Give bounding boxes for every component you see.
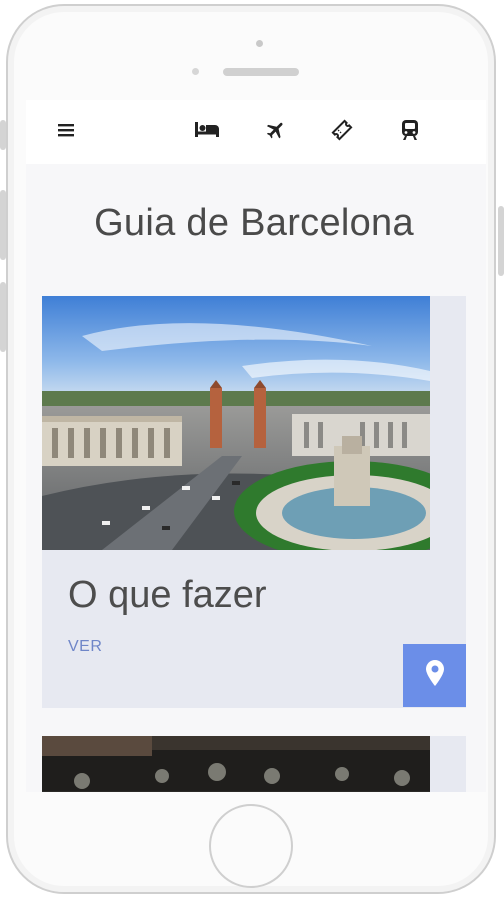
map-location-button[interactable]: [403, 644, 466, 707]
bed-icon[interactable]: [193, 116, 221, 144]
next-card-photo: [42, 736, 430, 792]
top-navigation-bar: [26, 100, 486, 164]
train-icon[interactable]: [396, 116, 424, 144]
menu-icon[interactable]: [52, 116, 80, 144]
earpiece-speaker: [223, 68, 299, 76]
airplane-icon[interactable]: [262, 116, 290, 144]
home-button[interactable]: [209, 804, 293, 888]
barcelona-city-photo: [42, 296, 430, 550]
proximity-sensor: [192, 68, 199, 75]
card-title: O que fazer: [68, 574, 267, 616]
phone-power-button: [498, 206, 504, 276]
card-o-que-fazer[interactable]: O que fazer VER: [42, 296, 466, 708]
card-next-partial[interactable]: [42, 736, 466, 792]
front-camera: [256, 40, 263, 47]
page-title: Guia de Barcelona: [94, 202, 414, 244]
ver-link[interactable]: VER: [68, 638, 102, 656]
app-screen: Guia de Barcelona O que fazer VER: [26, 100, 486, 792]
ticket-icon[interactable]: [328, 116, 356, 144]
location-pin-icon: [425, 660, 444, 691]
main-content: Guia de Barcelona O que fazer VER: [26, 164, 486, 792]
